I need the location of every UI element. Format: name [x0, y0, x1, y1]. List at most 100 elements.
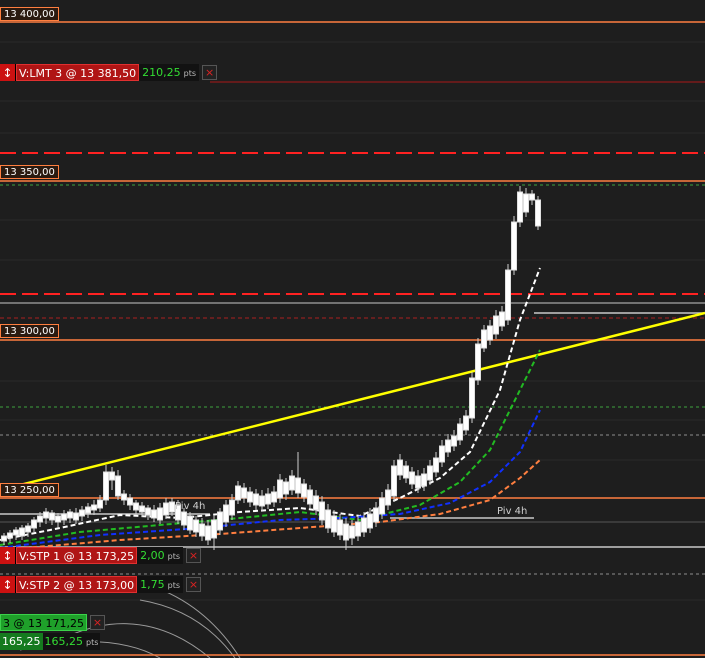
candle: [373, 502, 379, 527]
candle: [49, 510, 55, 525]
candle: [439, 440, 445, 467]
candle-body: [217, 511, 223, 531]
candle: [247, 487, 253, 507]
drag-arrow-icon[interactable]: ↕: [0, 576, 16, 593]
candle: [187, 512, 193, 534]
pivot-label: Piv 4h: [175, 501, 206, 512]
candle: [283, 478, 289, 500]
candle: [463, 410, 469, 435]
order-label: V:STP 2 @ 13 173,00: [16, 576, 138, 593]
candle: [205, 520, 211, 545]
candle: [109, 467, 115, 490]
candle-body: [253, 493, 259, 506]
candle: [241, 483, 247, 503]
candle-body: [349, 525, 355, 539]
candle-body: [151, 509, 157, 519]
candle: [235, 481, 241, 504]
candle: [211, 515, 217, 550]
moving-averages: [0, 267, 541, 551]
candle-body: [505, 269, 511, 321]
candle-body: [223, 504, 229, 523]
order-points: 210,25 pts: [139, 64, 200, 81]
candle: [319, 496, 325, 525]
close-icon[interactable]: ×: [202, 65, 218, 80]
order-sell-stop-1[interactable]: ↕ V:STP 1 @ 13 173,25 2,00 pts ×: [0, 547, 202, 564]
candle: [523, 188, 529, 217]
candle-body: [187, 515, 193, 531]
candle-body: [127, 497, 133, 506]
position-unit: pts: [86, 638, 99, 647]
candle-body: [157, 507, 163, 521]
candle-body: [289, 475, 295, 491]
candle-body: [457, 423, 463, 441]
candle-body: [343, 523, 349, 541]
candle-body: [523, 193, 529, 213]
candle-body: [439, 445, 445, 463]
close-icon[interactable]: ×: [186, 577, 202, 592]
candle: [31, 517, 37, 532]
candle: [13, 527, 19, 540]
candle-body: [163, 502, 169, 516]
candle-body: [379, 497, 385, 515]
position-value-2-text: 165,25: [44, 635, 84, 648]
candle: [259, 490, 265, 511]
candle-body: [277, 479, 283, 499]
candle: [409, 467, 415, 489]
candle: [7, 530, 13, 543]
close-icon[interactable]: ×: [186, 548, 202, 563]
price-label-13350: 13 350,00: [0, 165, 59, 179]
candle-body: [301, 483, 307, 498]
candle: [451, 430, 457, 451]
candlesticks[interactable]: [1, 186, 541, 550]
order-sell-stop-2[interactable]: ↕ V:STP 2 @ 13 173,00 1,75 pts ×: [0, 576, 202, 593]
candle: [253, 489, 259, 510]
candle-body: [397, 459, 403, 476]
order-points-unit: pts: [167, 581, 181, 590]
candle-body: [481, 329, 487, 349]
candle: [499, 306, 505, 331]
drag-arrow-icon[interactable]: ↕: [0, 64, 16, 81]
candle-body: [235, 485, 241, 501]
candle: [343, 518, 349, 550]
candle: [1, 533, 7, 545]
candle-body: [529, 193, 535, 201]
candle-body: [1, 535, 7, 542]
candle-body: [367, 513, 373, 529]
position-label: 3 @ 13 171,25: [0, 614, 87, 631]
candle-body: [415, 475, 421, 489]
candle-body: [145, 507, 151, 516]
candle-body: [319, 501, 325, 521]
candle-body: [7, 532, 13, 539]
candle: [403, 461, 409, 483]
close-icon[interactable]: ×: [89, 615, 105, 630]
order-points-unit: pts: [167, 552, 181, 561]
candle: [433, 452, 439, 477]
candle-body: [313, 495, 319, 511]
candle-body: [181, 511, 187, 526]
candle: [385, 484, 391, 510]
drag-arrow-icon[interactable]: ↕: [0, 547, 16, 564]
candle-body: [373, 507, 379, 523]
order-points: 2,00 pts: [137, 547, 184, 564]
candle-body: [85, 506, 91, 514]
candle: [469, 372, 475, 423]
candle-body: [433, 457, 439, 473]
candle: [217, 508, 223, 535]
candle-body: [199, 523, 205, 537]
order-points-unit: pts: [183, 69, 197, 78]
candle: [397, 454, 403, 480]
position-marker[interactable]: 3 @ 13 171,25 ×: [0, 614, 105, 631]
candle-body: [55, 515, 61, 523]
order-sell-limit[interactable]: ↕ V:LMT 3 @ 13 381,50 210,25 pts ×: [0, 64, 218, 81]
candle-body: [19, 527, 25, 537]
candle-body: [535, 199, 541, 227]
candle: [79, 506, 85, 521]
candle: [529, 190, 535, 205]
candle-body: [205, 525, 211, 541]
order-points: 1,75 pts: [137, 576, 184, 593]
candle-body: [133, 502, 139, 511]
order-points-value: 1,75: [140, 578, 165, 591]
candle-body: [427, 465, 433, 481]
price-label-13250: 13 250,00: [0, 483, 59, 497]
candle: [145, 505, 151, 520]
